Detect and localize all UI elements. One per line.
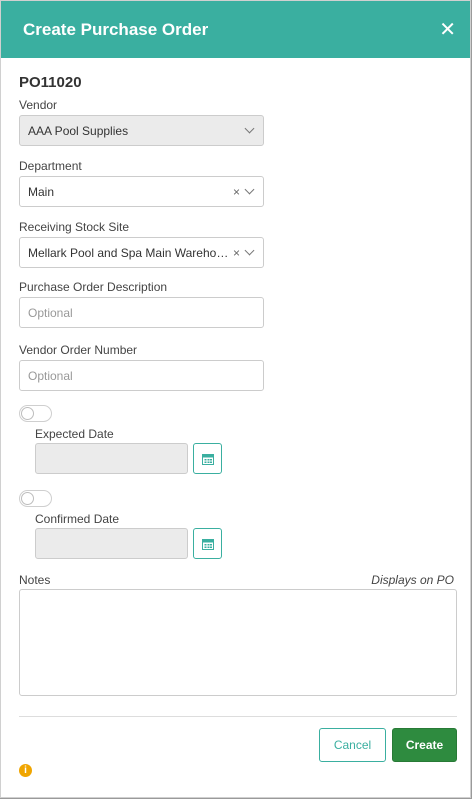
description-input[interactable]: Optional (19, 297, 264, 328)
vendor-order-number-input[interactable]: Optional (19, 360, 264, 391)
department-label: Department (19, 159, 82, 173)
stock-site-label: Receiving Stock Site (19, 220, 130, 234)
dialog-title: Create Purchase Order (23, 19, 209, 39)
close-icon[interactable]: ✕ (439, 20, 456, 40)
department-select[interactable]: Main × (19, 176, 264, 207)
confirmed-date-toggle[interactable] (19, 490, 52, 507)
vendor-order-number-placeholder: Optional (28, 368, 73, 383)
calendar-icon (201, 453, 214, 465)
dialog-header: Create Purchase Order ✕ (1, 1, 470, 58)
expected-date-input[interactable] (35, 443, 188, 474)
chevron-down-icon (244, 123, 255, 134)
expected-date-toggle[interactable] (19, 405, 52, 422)
info-icon[interactable]: i (19, 764, 32, 777)
create-purchase-order-dialog: Create Purchase Order ✕ PO11020 Vendor A… (0, 0, 471, 798)
stock-site-value: Mellark Pool and Spa Main Warehouse (28, 245, 233, 260)
stock-site-select[interactable]: Mellark Pool and Spa Main Warehouse × (19, 237, 264, 268)
description-placeholder: Optional (28, 305, 73, 320)
create-button[interactable]: Create (392, 728, 457, 762)
expected-date-calendar-button[interactable] (193, 443, 222, 474)
notes-label: Notes (19, 573, 51, 587)
description-label: Purchase Order Description (19, 280, 168, 294)
notes-textarea[interactable] (19, 589, 457, 696)
vendor-label: Vendor (19, 98, 58, 112)
chevron-down-icon (244, 245, 255, 256)
toggle-knob (21, 492, 34, 505)
calendar-icon (201, 538, 214, 550)
cancel-button[interactable]: Cancel (319, 728, 386, 762)
po-number: PO11020 (19, 74, 82, 91)
chevron-down-icon (244, 184, 255, 195)
confirmed-date-label: Confirmed Date (35, 512, 120, 526)
footer-divider (19, 716, 457, 717)
confirmed-date-calendar-button[interactable] (193, 528, 222, 559)
notes-hint: Displays on PO (371, 573, 454, 587)
vendor-value: AAA Pool Supplies (28, 123, 129, 138)
expected-date-label: Expected Date (35, 427, 114, 441)
confirmed-date-input[interactable] (35, 528, 188, 559)
department-value: Main (28, 184, 55, 199)
toggle-knob (21, 407, 34, 420)
vendor-order-number-label: Vendor Order Number (19, 343, 138, 357)
clear-icon[interactable]: × (233, 246, 240, 260)
vendor-select[interactable]: AAA Pool Supplies (19, 115, 264, 146)
clear-icon[interactable]: × (233, 185, 240, 199)
